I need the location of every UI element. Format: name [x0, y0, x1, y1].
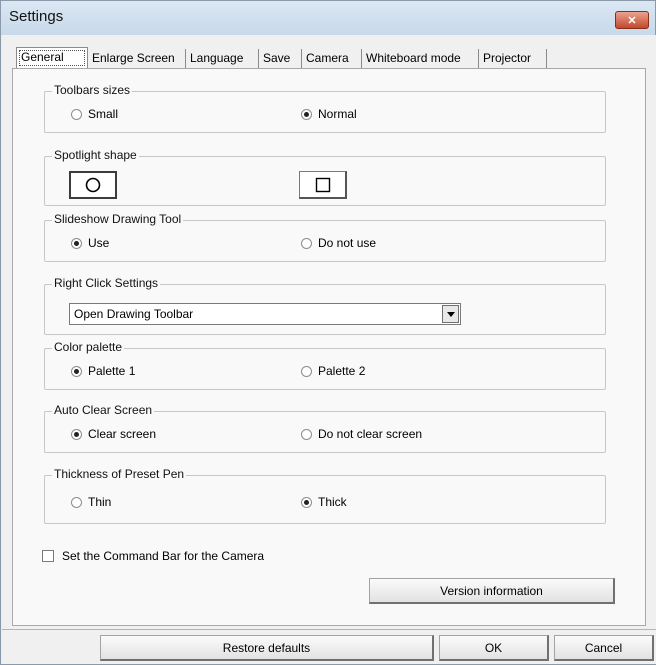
- radio-label: Use: [88, 236, 110, 250]
- radio-indicator: [71, 496, 82, 508]
- group-title: Right Click Settings: [52, 276, 161, 290]
- radio-label: Palette 1: [88, 364, 136, 378]
- restore-defaults-button[interactable]: Restore defaults: [100, 635, 434, 661]
- window-title: Settings: [9, 8, 64, 25]
- radio-label: Do not use: [318, 236, 377, 250]
- dialog-client: General Enlarge Screen Language Save Cam…: [2, 35, 656, 664]
- tab-save[interactable]: Save: [259, 49, 302, 69]
- close-icon: ✕: [627, 14, 637, 27]
- radio-normal[interactable]: Normal: [301, 107, 357, 121]
- radio-indicator: [71, 365, 82, 377]
- radio-label: Palette 2: [318, 364, 366, 378]
- general-tab-pane: Toolbars sizes Small Normal Spotlight sh…: [12, 68, 646, 626]
- spotlight-circle-button[interactable]: [69, 171, 117, 199]
- group-title: Color palette: [52, 340, 125, 354]
- tab-general[interactable]: General: [16, 47, 88, 69]
- radio-label: Normal: [318, 107, 357, 121]
- chevron-down-icon: [446, 311, 455, 317]
- radio-do-not-use[interactable]: Do not use: [301, 236, 376, 250]
- version-information-button[interactable]: Version information: [369, 578, 615, 604]
- radio-indicator: [71, 237, 82, 249]
- radio-palette-2[interactable]: Palette 2: [301, 364, 365, 378]
- dropdown-button[interactable]: [442, 305, 459, 323]
- radio-label: Clear screen: [88, 427, 157, 441]
- circle-icon: [85, 177, 101, 193]
- close-button[interactable]: ✕: [615, 11, 649, 29]
- tab-enlarge-screen[interactable]: Enlarge Screen: [88, 49, 186, 69]
- group-title: Thickness of Preset Pen: [52, 467, 187, 481]
- radio-palette-1[interactable]: Palette 1: [71, 364, 135, 378]
- radio-use[interactable]: Use: [71, 236, 109, 250]
- group-auto-clear-screen: Auto Clear Screen Clear screen Do not cl…: [44, 403, 606, 453]
- radio-do-not-clear-screen[interactable]: Do not clear screen: [301, 427, 422, 441]
- radio-indicator: [71, 108, 82, 120]
- group-spotlight-shape: Spotlight shape: [44, 148, 606, 206]
- group-toolbar-sizes: Toolbars sizes Small Normal: [44, 83, 606, 133]
- cancel-button[interactable]: Cancel: [554, 635, 654, 661]
- radio-label: Thin: [88, 495, 112, 509]
- group-color-palette: Color palette Palette 1 Palette 2: [44, 340, 606, 390]
- tab-projector[interactable]: Projector: [479, 49, 547, 69]
- command-bar-checkbox[interactable]: [42, 550, 54, 562]
- spotlight-square-button[interactable]: [299, 171, 347, 199]
- radio-indicator: [301, 365, 312, 377]
- group-slideshow-drawing-tool: Slideshow Drawing Tool Use Do not use: [44, 212, 606, 262]
- command-bar-checkbox-row[interactable]: Set the Command Bar for the Camera: [42, 549, 264, 563]
- radio-indicator: [71, 428, 82, 440]
- radio-clear-screen[interactable]: Clear screen: [71, 427, 156, 441]
- radio-label: Do not clear screen: [318, 427, 423, 441]
- command-bar-checkbox-label: Set the Command Bar for the Camera: [62, 549, 265, 563]
- tab-camera[interactable]: Camera: [302, 49, 362, 69]
- ok-button[interactable]: OK: [439, 635, 549, 661]
- group-title: Toolbars sizes: [52, 83, 133, 97]
- radio-indicator: [301, 237, 312, 249]
- radio-thick[interactable]: Thick: [301, 495, 347, 509]
- square-icon: [315, 177, 330, 192]
- radio-indicator: [301, 496, 312, 508]
- radio-thin[interactable]: Thin: [71, 495, 111, 509]
- group-title: Spotlight shape: [52, 148, 139, 162]
- right-click-select[interactable]: Open Drawing Toolbar: [69, 303, 461, 325]
- select-value: Open Drawing Toolbar: [74, 307, 194, 321]
- radio-label: Thick: [318, 495, 347, 509]
- tab-whiteboard-mode[interactable]: Whiteboard mode: [362, 49, 479, 69]
- tab-language[interactable]: Language: [186, 49, 259, 69]
- group-thickness-preset-pen: Thickness of Preset Pen Thin Thick: [44, 467, 606, 524]
- radio-indicator: [301, 428, 312, 440]
- title-bar[interactable]: Settings ✕: [1, 1, 655, 35]
- group-title: Auto Clear Screen: [52, 403, 155, 417]
- group-right-click-settings: Right Click Settings Open Drawing Toolba…: [44, 276, 606, 335]
- radio-label: Small: [88, 107, 119, 121]
- group-title: Slideshow Drawing Tool: [52, 212, 184, 226]
- radio-indicator: [301, 108, 312, 120]
- settings-window: Settings ✕ General Enlarge Screen Langua…: [0, 0, 656, 665]
- footer-divider: [2, 629, 656, 630]
- radio-small[interactable]: Small: [71, 107, 118, 121]
